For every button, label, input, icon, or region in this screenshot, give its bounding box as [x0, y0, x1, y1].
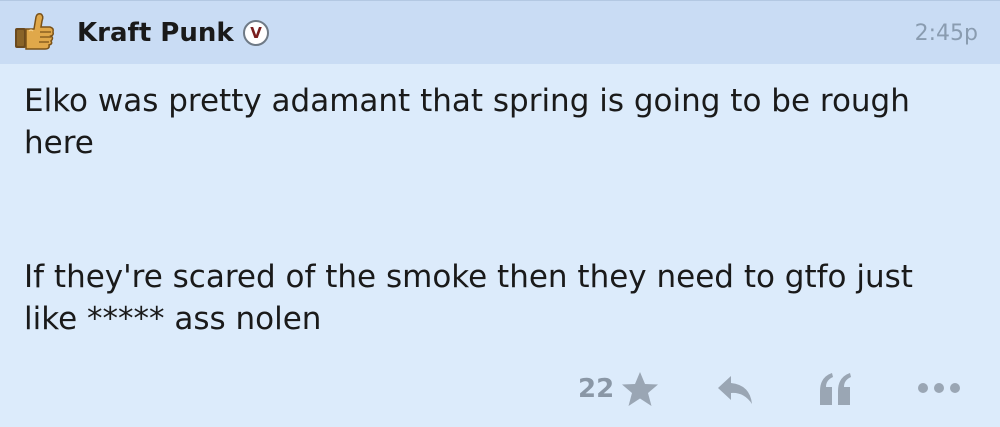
timestamp: 2:45p [914, 21, 978, 46]
post-header: Kraft Punk V 2:45p [0, 0, 1000, 64]
more-icon[interactable] [917, 381, 961, 395]
reply-icon[interactable] [716, 373, 756, 407]
post-actions: 22 [0, 365, 1000, 415]
post-paragraph: If they're scared of the smoke then they… [24, 259, 913, 337]
star-icon[interactable] [620, 369, 660, 409]
like-count: 22 [578, 374, 615, 404]
thumbs-up-icon[interactable] [12, 11, 56, 55]
post-card: Kraft Punk V 2:45p Elko was pretty adama… [0, 0, 1000, 427]
username[interactable]: Kraft Punk [77, 16, 234, 50]
quote-icon[interactable] [817, 371, 855, 407]
verified-badge: V [243, 20, 269, 46]
post-paragraph: Elko was pretty adamant that spring is g… [24, 83, 910, 161]
